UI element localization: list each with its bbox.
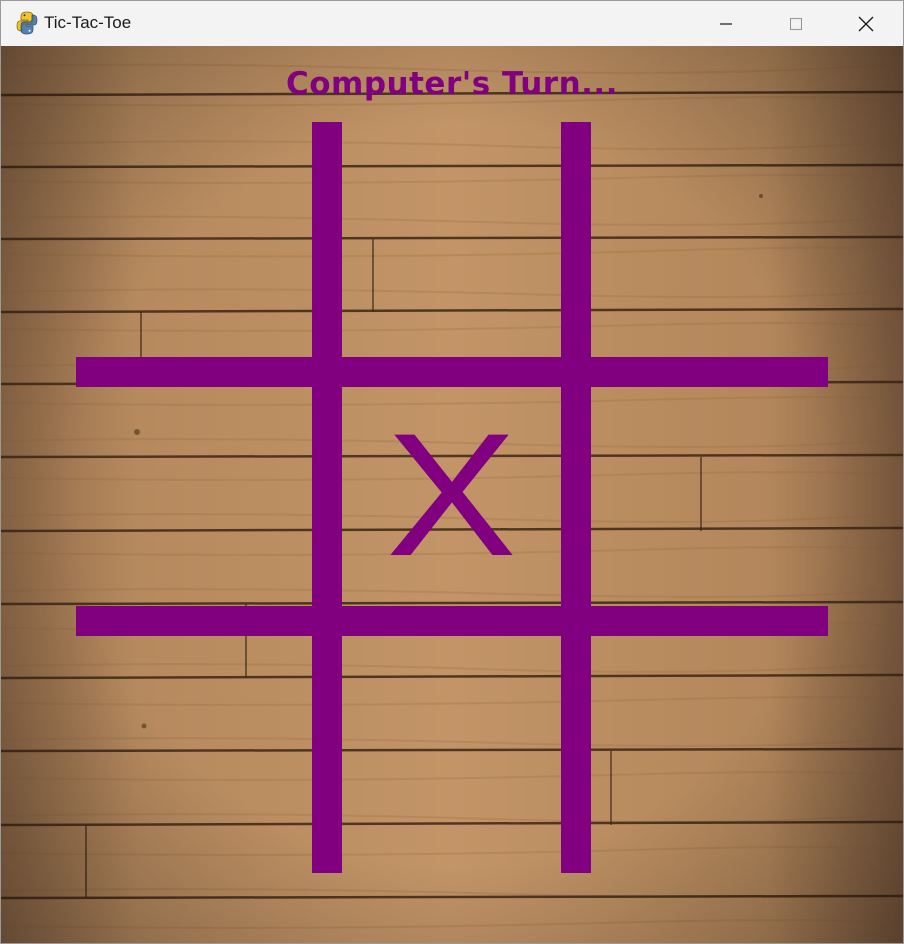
python-snake-icon: [16, 11, 38, 35]
window-title: Tic-Tac-Toe: [44, 13, 132, 32]
grid-line-vertical-left: [312, 122, 342, 873]
board-cell[interactable]: [76, 122, 312, 357]
x-mark: X: [386, 398, 517, 593]
board-cell[interactable]: [591, 387, 828, 606]
minimize-button[interactable]: [691, 1, 761, 46]
maximize-icon: [789, 17, 803, 30]
game-window: Tic-Tac-Toe Computer's Turn... X: [0, 0, 904, 944]
minimize-icon: [720, 22, 732, 25]
board-cell[interactable]: [591, 636, 828, 873]
turn-status: Computer's Turn...: [286, 66, 618, 102]
board-cell-center[interactable]: X: [342, 387, 561, 606]
game-canvas[interactable]: Computer's Turn... X: [1, 46, 903, 943]
board-cell[interactable]: [342, 636, 561, 873]
grid-line-horizontal-bottom: [76, 606, 828, 636]
close-button[interactable]: [831, 1, 901, 46]
board-cell[interactable]: [76, 387, 312, 606]
grid-line-vertical-right: [561, 122, 591, 873]
board-cell[interactable]: [591, 122, 828, 357]
board-cell[interactable]: [342, 122, 561, 357]
grid-line-horizontal-top: [76, 357, 828, 387]
board-cell[interactable]: [76, 636, 312, 873]
title-bar[interactable]: Tic-Tac-Toe: [1, 1, 903, 46]
close-icon: [858, 16, 874, 31]
maximize-button[interactable]: [761, 1, 831, 46]
